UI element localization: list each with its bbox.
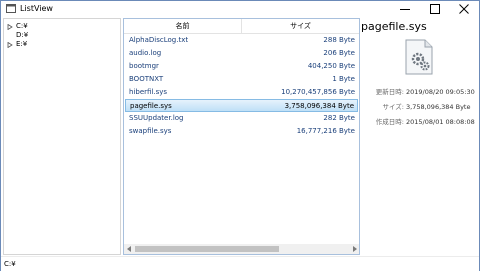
detail-created: 作成日時: 2015/08/01 08:08:08 [361, 117, 479, 127]
chevron-right-icon [352, 246, 357, 252]
chevron-left-icon [126, 246, 131, 252]
scroll-right-button[interactable] [350, 245, 358, 253]
file-name: BOOTNXT [129, 75, 164, 83]
file-size: 206 Byte [323, 49, 355, 57]
created-value: 2015/08/01 08:08:08 [406, 118, 475, 126]
list-item[interactable]: BOOTNXT 1 Byte [125, 73, 358, 86]
modified-value: 2019/08/20 09:05:30 [406, 88, 475, 96]
file-details-panel: pagefile.sys 更新日時: 2019/08/20 09:05:30 サ… [361, 18, 479, 255]
tree-item-label: C:¥ [16, 22, 28, 30]
status-path: C:¥ [4, 260, 16, 268]
detail-file-name: pagefile.sys [361, 20, 427, 33]
file-size: 10,270,457,856 Byte [281, 88, 355, 96]
scrollbar-thumb[interactable] [135, 246, 279, 252]
tree-item-label: E:¥ [16, 40, 28, 48]
tree-item-d-drive[interactable]: D:¥ [7, 31, 28, 40]
file-name: swapfile.sys [129, 127, 172, 135]
status-bar: C:¥ [1, 256, 479, 271]
expand-arrow-icon[interactable] [7, 40, 16, 49]
tree-item-c-drive[interactable]: C:¥ [7, 22, 28, 31]
app-window: ListView C:¥ D:¥ E:¥ 名前 サイズ AlphaDiscLog… [0, 0, 480, 271]
list-item[interactable]: AlphaDiscLog.txt 288 Byte [125, 34, 358, 47]
horizontal-scrollbar[interactable] [124, 244, 359, 254]
list-item[interactable]: hiberfil.sys 10,270,457,856 Byte [125, 86, 358, 99]
list-item[interactable]: audio.log 206 Byte [125, 47, 358, 60]
column-header-name[interactable]: 名前 [124, 19, 242, 33]
scroll-left-button[interactable] [125, 245, 133, 253]
file-name: AlphaDiscLog.txt [129, 36, 189, 44]
title-bar[interactable]: ListView [1, 1, 479, 17]
file-name: audio.log [129, 49, 162, 57]
minimize-icon [400, 9, 410, 10]
list-item[interactable]: SSUUpdater.log 282 Byte [125, 112, 358, 125]
app-window-icon [6, 4, 16, 13]
close-button[interactable] [449, 1, 479, 17]
size-label: サイズ: [382, 103, 405, 111]
expand-arrow-icon[interactable] [7, 22, 16, 31]
file-size: 404,250 Byte [307, 62, 355, 70]
maximize-button[interactable] [420, 1, 450, 17]
tree-item-label: D:¥ [16, 31, 29, 39]
size-value: 3,758,096,384 Byte [406, 103, 471, 111]
minimize-button[interactable] [390, 1, 420, 17]
close-icon [459, 4, 469, 14]
file-size: 1 Byte [332, 75, 355, 83]
file-name: bootmgr [129, 62, 159, 70]
drive-tree[interactable]: C:¥ D:¥ E:¥ [3, 18, 121, 255]
file-list[interactable]: 名前 サイズ AlphaDiscLog.txt 288 Byte audio.l… [123, 18, 360, 255]
detail-modified: 更新日時: 2019/08/20 09:05:30 [361, 87, 479, 97]
maximize-icon [430, 4, 440, 14]
tree-item-e-drive[interactable]: E:¥ [7, 40, 27, 49]
file-size: 288 Byte [323, 36, 355, 44]
file-size: 16,777,216 Byte [296, 127, 355, 135]
list-item[interactable]: swapfile.sys 16,777,216 Byte [125, 125, 358, 138]
list-item[interactable]: bootmgr 404,250 Byte [125, 60, 358, 73]
created-label: 作成日時: [375, 118, 404, 126]
file-name: hiberfil.sys [129, 88, 168, 96]
file-name: SSUUpdater.log [129, 114, 184, 122]
list-item-selected[interactable]: pagefile.sys 3,758,096,384 Byte [125, 99, 358, 112]
file-size: 282 Byte [323, 114, 355, 122]
column-header-size[interactable]: サイズ [242, 19, 359, 33]
system-file-gear-icon [405, 39, 433, 75]
modified-label: 更新日時: [375, 88, 404, 96]
window-title: ListView [20, 4, 53, 13]
list-header: 名前 サイズ [124, 19, 359, 34]
detail-size: サイズ: 3,758,096,384 Byte [361, 102, 479, 112]
